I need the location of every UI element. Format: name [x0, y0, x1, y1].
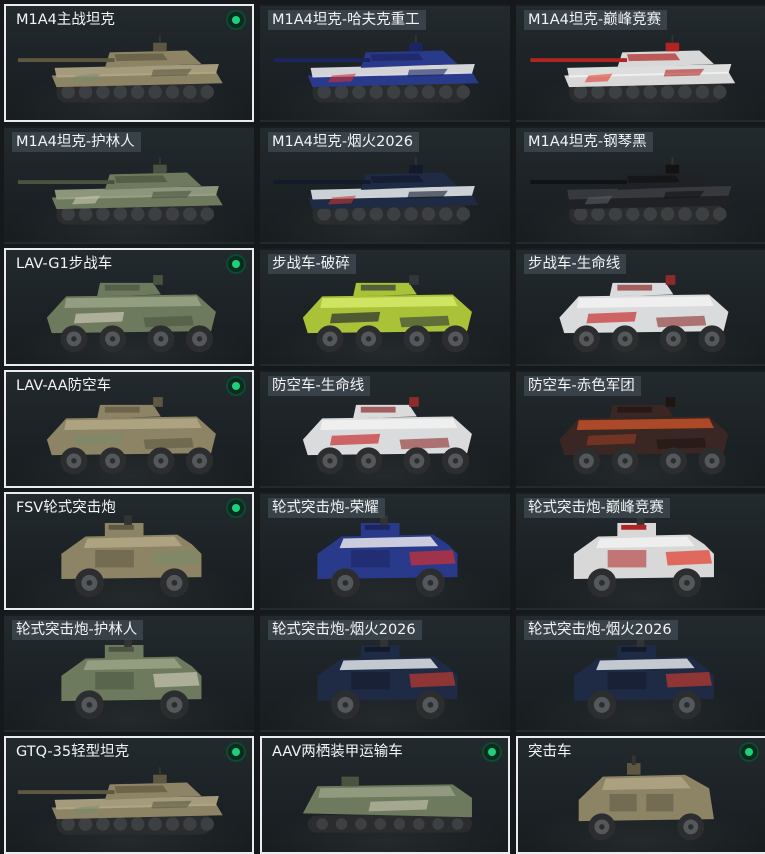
vehicle-card[interactable]: 轮式突击炮-荣耀: [260, 492, 510, 610]
owned-check-icon: [228, 378, 244, 394]
vehicle-card[interactable]: 轮式突击炮-烟火2026: [516, 614, 765, 732]
owned-check-icon: [228, 12, 244, 28]
vehicle-name: M1A4主战坦克: [16, 12, 115, 28]
owned-check-icon: [741, 744, 757, 760]
vehicle-card[interactable]: 步战车-破碎: [260, 248, 510, 366]
vehicle-card[interactable]: M1A4坦克-钢琴黑: [516, 126, 765, 244]
vehicle-card[interactable]: 防空车-生命线: [260, 370, 510, 488]
vehicle-name: 轮式突击炮-护林人: [12, 620, 144, 640]
vehicle-name: M1A4坦克-护林人: [12, 132, 141, 152]
vehicle-name: M1A4坦克-哈夫克重工: [268, 10, 426, 30]
vehicle-card[interactable]: M1A4坦克-烟火2026: [260, 126, 510, 244]
owned-check-icon: [228, 256, 244, 272]
vehicle-name: LAV-G1步战车: [16, 256, 113, 272]
vehicle-card[interactable]: LAV-AA防空车: [4, 370, 254, 488]
vehicle-card[interactable]: 轮式突击炮-护林人: [4, 614, 254, 732]
vehicle-card[interactable]: 轮式突击炮-烟火2026: [260, 614, 510, 732]
owned-check-icon: [228, 744, 244, 760]
vehicle-name: GTQ-35轻型坦克: [16, 744, 130, 760]
vehicle-name: 轮式突击炮-巅峰竞赛: [524, 498, 670, 518]
vehicle-card[interactable]: M1A4坦克-哈夫克重工: [260, 4, 510, 122]
vehicle-name: 步战车-破碎: [268, 254, 356, 274]
vehicle-name: 防空车-赤色军团: [524, 376, 641, 396]
vehicle-card[interactable]: 轮式突击炮-巅峰竞赛: [516, 492, 765, 610]
vehicle-name: M1A4坦克-钢琴黑: [524, 132, 653, 152]
owned-check-icon: [484, 744, 500, 760]
vehicle-name: AAV两栖装甲运输车: [272, 744, 403, 760]
vehicle-card[interactable]: FSV轮式突击炮: [4, 492, 254, 610]
vehicle-card[interactable]: 防空车-赤色军团: [516, 370, 765, 488]
vehicle-name: 轮式突击炮-荣耀: [268, 498, 385, 518]
vehicle-name: 防空车-生命线: [268, 376, 371, 396]
owned-check-icon: [228, 500, 244, 516]
vehicle-card[interactable]: M1A4坦克-巅峰竞赛: [516, 4, 765, 122]
vehicle-card[interactable]: AAV两栖装甲运输车: [260, 736, 510, 854]
vehicle-name: M1A4坦克-巅峰竞赛: [524, 10, 668, 30]
vehicle-name: FSV轮式突击炮: [16, 500, 116, 516]
vehicle-card[interactable]: GTQ-35轻型坦克: [4, 736, 254, 854]
vehicle-name: LAV-AA防空车: [16, 378, 112, 394]
vehicle-name: 步战车-生命线: [524, 254, 627, 274]
vehicle-name: M1A4坦克-烟火2026: [268, 132, 420, 152]
vehicle-card[interactable]: 步战车-生命线: [516, 248, 765, 366]
vehicle-card[interactable]: 突击车: [516, 736, 765, 854]
vehicle-skin-grid: M1A4主战坦克 M1A4坦克-哈夫克重工 M1A4坦克-巅峰竞赛 M1A4坦克-护林…: [0, 0, 765, 854]
vehicle-name: 突击车: [528, 744, 572, 760]
vehicle-name: 轮式突击炮-烟火2026: [524, 620, 678, 640]
vehicle-card[interactable]: M1A4主战坦克: [4, 4, 254, 122]
vehicle-card[interactable]: LAV-G1步战车: [4, 248, 254, 366]
vehicle-card[interactable]: M1A4坦克-护林人: [4, 126, 254, 244]
vehicle-name: 轮式突击炮-烟火2026: [268, 620, 422, 640]
